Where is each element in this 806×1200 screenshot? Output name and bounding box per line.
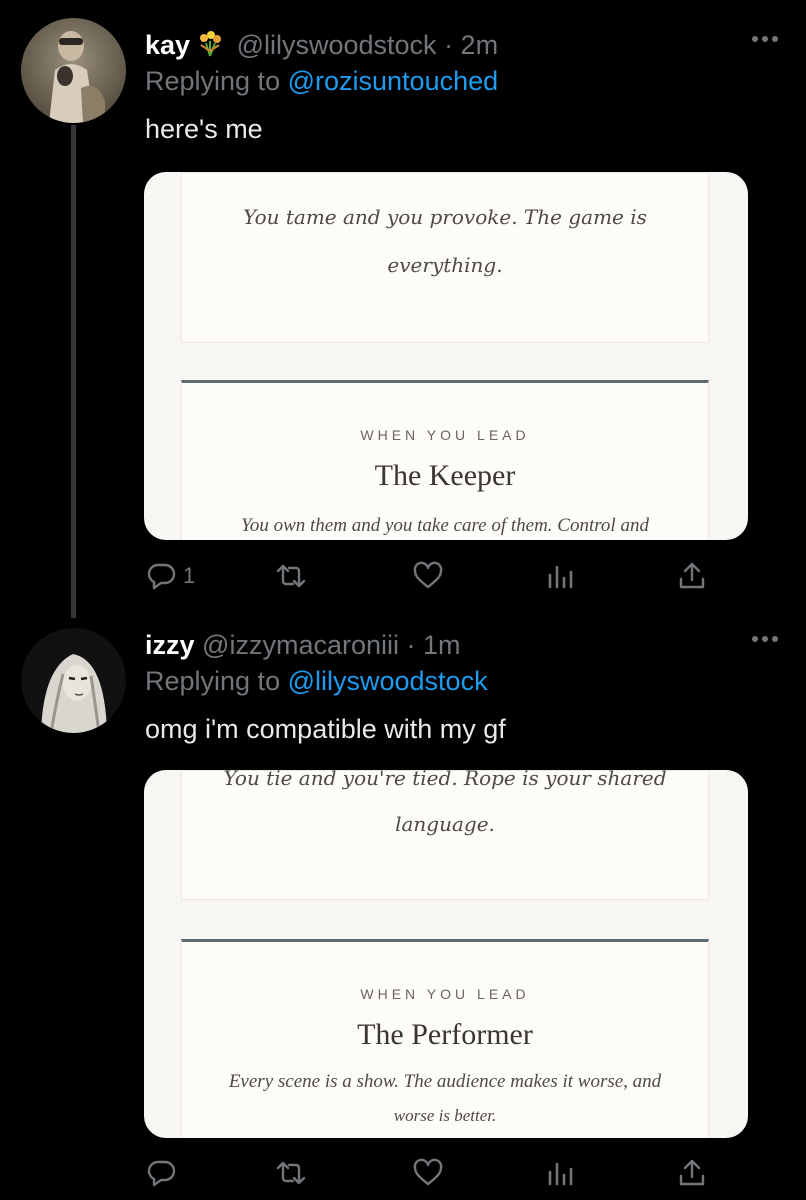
quote-box: You tame and you provoke. The game is ev… bbox=[181, 172, 709, 343]
retweet-button[interactable] bbox=[276, 556, 312, 596]
retweet-icon bbox=[276, 564, 306, 588]
share-button[interactable] bbox=[677, 556, 707, 596]
result-card: WHEN YOU LEAD The Keeper You own them an… bbox=[181, 380, 709, 540]
replying-to: Replying to @lilyswoodstock bbox=[145, 664, 488, 698]
mention-link[interactable]: @lilyswoodstock bbox=[288, 666, 488, 696]
reply-button[interactable] bbox=[147, 1153, 183, 1193]
like-icon bbox=[413, 1158, 443, 1186]
more-icon[interactable] bbox=[750, 32, 780, 44]
media-image[interactable]: You tame and you provoke. The game is ev… bbox=[144, 172, 748, 540]
share-button[interactable] bbox=[677, 1153, 707, 1193]
card-title: The Performer bbox=[357, 1018, 533, 1051]
reply-button[interactable]: 1 bbox=[147, 556, 195, 596]
quote-line: everything. bbox=[387, 253, 503, 277]
handle[interactable]: @lilyswoodstock bbox=[237, 30, 437, 60]
media-image[interactable]: You tie and you're tied. Rope is your sh… bbox=[144, 770, 748, 1138]
reply-icon bbox=[147, 563, 176, 590]
share-icon bbox=[679, 1159, 705, 1186]
mention-link[interactable]: @rozisuntouched bbox=[288, 66, 499, 96]
replying-to: Replying to @rozisuntouched bbox=[145, 64, 498, 98]
display-name[interactable]: kay bbox=[145, 30, 190, 60]
tweet-text: omg i'm compatible with my gf bbox=[145, 714, 506, 744]
retweet-button[interactable] bbox=[276, 1153, 312, 1193]
tweet-header: kay @lilyswoodstock · 2m bbox=[145, 28, 498, 65]
replying-prefix: Replying to bbox=[145, 66, 281, 96]
like-button[interactable] bbox=[413, 1153, 449, 1193]
quote-line: language. bbox=[395, 812, 495, 836]
card-description: Every scene is a show. The audience make… bbox=[228, 1071, 662, 1092]
like-button[interactable] bbox=[413, 556, 449, 596]
timestamp[interactable]: · 1m bbox=[407, 630, 461, 660]
analytics-icon bbox=[548, 565, 573, 589]
card-description: worse is better. bbox=[393, 1106, 497, 1125]
reply-icon bbox=[147, 1160, 176, 1187]
analytics-icon bbox=[548, 1162, 573, 1186]
share-icon bbox=[679, 562, 705, 589]
reply-count: 1 bbox=[183, 563, 196, 588]
avatar[interactable] bbox=[21, 18, 126, 123]
action-bar bbox=[0, 1153, 806, 1193]
action-bar: 1 bbox=[0, 556, 806, 596]
quote-line: You tie and you're tied. Rope is your sh… bbox=[223, 770, 667, 790]
more-icon[interactable] bbox=[750, 632, 780, 644]
tweet[interactable]: kay @lilyswoodstock · 2m Replying to @ro… bbox=[0, 0, 806, 600]
avatar-photo bbox=[21, 18, 126, 123]
tweet-header: izzy @izzymacaroniii · 1m bbox=[145, 628, 461, 662]
quote-box: You tie and you're tied. Rope is your sh… bbox=[181, 770, 709, 900]
retweet-icon bbox=[276, 1161, 306, 1185]
timestamp[interactable]: · 2m bbox=[444, 30, 498, 60]
result-card: WHEN YOU LEAD The Performer Every scene … bbox=[181, 939, 709, 1138]
analytics-button[interactable] bbox=[545, 556, 575, 596]
handle[interactable]: @izzymacaroniii bbox=[202, 630, 399, 660]
replying-prefix: Replying to bbox=[145, 666, 281, 696]
bouquet-emoji-icon bbox=[195, 29, 225, 65]
display-name[interactable]: izzy bbox=[145, 630, 195, 660]
tweet-text: here's me bbox=[145, 114, 263, 144]
avatar-photo bbox=[21, 628, 126, 733]
avatar[interactable] bbox=[21, 628, 126, 733]
card-title: The Keeper bbox=[374, 459, 516, 492]
card-description: You own them and you take care of them. … bbox=[241, 515, 649, 536]
analytics-button[interactable] bbox=[545, 1153, 575, 1193]
tweet[interactable]: izzy @izzymacaroniii · 1m Replying to @l… bbox=[0, 600, 806, 1200]
card-eyebrow: WHEN YOU LEAD bbox=[360, 427, 530, 443]
card-eyebrow: WHEN YOU LEAD bbox=[360, 986, 530, 1002]
like-icon bbox=[413, 561, 443, 589]
quote-line: You tame and you provoke. The game is bbox=[243, 205, 647, 229]
